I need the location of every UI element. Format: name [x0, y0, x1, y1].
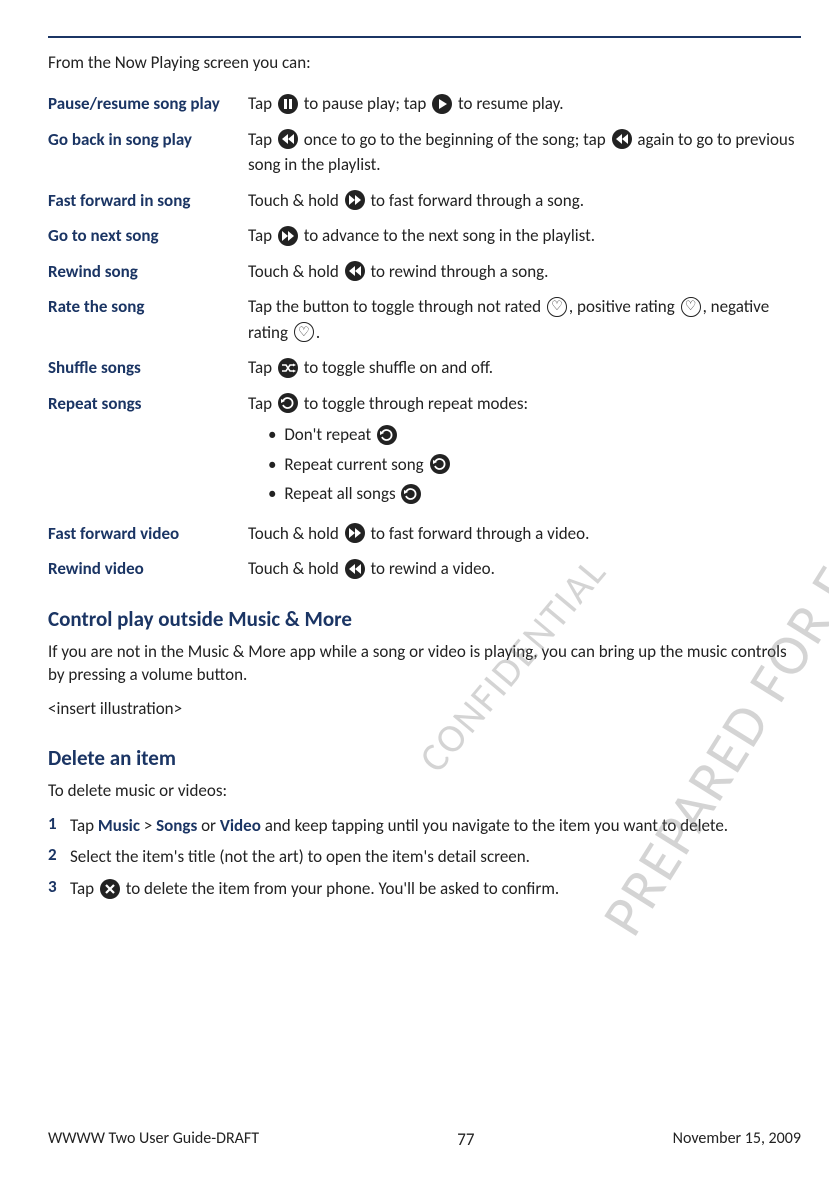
emphasized-term: Music — [98, 815, 140, 836]
repeat-icon — [377, 425, 397, 445]
emphasized-term: Songs — [156, 815, 197, 836]
step-number: 1 — [48, 813, 70, 834]
definition-label: Rewind song — [48, 259, 248, 285]
definition-label: Go to next song — [48, 223, 248, 249]
step-number: 2 — [48, 844, 70, 865]
rewind-icon — [612, 129, 632, 149]
definition-label: Repeat songs — [48, 391, 248, 417]
step-body: Tap Music > Songs or Video and keep tapp… — [70, 813, 801, 839]
definition-row: Fast forward in songTouch & hold to fast… — [48, 188, 801, 214]
heart-icon: ♡ — [681, 297, 701, 317]
definition-row: Pause/resume song playTap to pause play;… — [48, 91, 801, 117]
numbered-step: 2Select the item's title (not the art) t… — [48, 844, 801, 870]
list-item: Don't repeat — [268, 422, 801, 448]
definition-label: Fast forward video — [48, 521, 248, 547]
definition-body: Tap to advance to the next song in the p… — [248, 223, 801, 249]
repeat-icon — [401, 484, 421, 504]
definition-label: Rewind video — [48, 556, 248, 582]
footer-page-number: 77 — [457, 1129, 474, 1150]
definition-body: Touch & hold to rewind a video. — [248, 556, 801, 582]
step-number: 3 — [48, 876, 70, 897]
delete-steps-list: 1Tap Music > Songs or Video and keep tap… — [48, 813, 801, 902]
definition-row: Rewind songTouch & hold to rewind throug… — [48, 259, 801, 285]
rewind-icon — [345, 559, 365, 579]
definition-body: Touch & hold to fast forward through a v… — [248, 521, 801, 547]
numbered-step: 1Tap Music > Songs or Video and keep tap… — [48, 813, 801, 839]
definition-label: Rate the song — [48, 294, 248, 320]
document-page: PREPARED FOR FCC CERTIFICATION CONFIDENT… — [0, 0, 829, 1188]
definition-row: Go back in song playTap once to go to th… — [48, 127, 801, 178]
forward-icon — [345, 523, 365, 543]
definition-body: Tap to toggle shuffle on and off. — [248, 355, 801, 381]
definition-body: Tap once to go to the beginning of the s… — [248, 127, 801, 178]
definition-row: Repeat songsTap to toggle through repeat… — [48, 391, 801, 511]
footer-left: WWWW Two User Guide-DRAFT — [48, 1129, 259, 1150]
shuffle-icon — [278, 358, 298, 378]
rewind-icon — [278, 129, 298, 149]
definition-body: Tap to pause play; tap to resume play. — [248, 91, 801, 117]
list-item: Repeat current song — [268, 452, 801, 478]
controls-definition-list: Pause/resume song playTap to pause play;… — [48, 91, 801, 582]
definition-body: Tap to toggle through repeat modes:Don't… — [248, 391, 801, 511]
definition-row: Rate the songTap the button to toggle th… — [48, 294, 801, 345]
definition-row: Rewind videoTouch & hold to rewind a vid… — [48, 556, 801, 582]
intro-text: From the Now Playing screen you can: — [48, 52, 801, 73]
definition-row: Fast forward videoTouch & hold to fast f… — [48, 521, 801, 547]
numbered-step: 3Tap to delete the item from your phone.… — [48, 876, 801, 902]
rewind-icon — [345, 261, 365, 281]
definition-label: Pause/resume song play — [48, 91, 248, 117]
section-delete-intro: To delete music or videos: — [48, 779, 801, 803]
page-footer: WWWW Two User Guide-DRAFT 77 November 15… — [48, 1129, 801, 1150]
forward-icon — [278, 226, 298, 246]
definition-row: Go to next songTap to advance to the nex… — [48, 223, 801, 249]
repeat-icon — [278, 393, 298, 413]
step-body: Tap to delete the item from your phone. … — [70, 876, 801, 902]
list-item: Repeat all songs — [268, 481, 801, 507]
definition-label: Shuffle songs — [48, 355, 248, 381]
definition-label: Fast forward in song — [48, 188, 248, 214]
header-rule — [48, 36, 801, 38]
repeat-modes-list: Don't repeat Repeat current song Repeat … — [248, 422, 801, 507]
definition-body: Tap the button to toggle through not rat… — [248, 294, 801, 345]
pause-icon — [278, 94, 298, 114]
footer-right: November 15, 2009 — [673, 1129, 801, 1150]
section-title-delete-item: Delete an item — [48, 745, 801, 771]
forward-icon — [345, 190, 365, 210]
definition-body: Touch & hold to rewind through a song. — [248, 259, 801, 285]
section-title-control-play: Control play outside Music & More — [48, 606, 801, 632]
heart-icon: ♡ — [547, 297, 567, 317]
heart-icon: ♡ — [294, 322, 314, 342]
definition-row: Shuffle songsTap to toggle shuffle on an… — [48, 355, 801, 381]
insert-illustration-placeholder: <insert illustration> — [48, 697, 801, 721]
repeat-icon — [430, 454, 450, 474]
definition-body: Touch & hold to fast forward through a s… — [248, 188, 801, 214]
emphasized-term: Video — [220, 815, 261, 836]
definition-label: Go back in song play — [48, 127, 248, 153]
close-icon — [100, 879, 120, 899]
section-control-paragraph: If you are not in the Music & More app w… — [48, 640, 801, 688]
step-body: Select the item's title (not the art) to… — [70, 844, 801, 870]
play-icon — [432, 94, 452, 114]
